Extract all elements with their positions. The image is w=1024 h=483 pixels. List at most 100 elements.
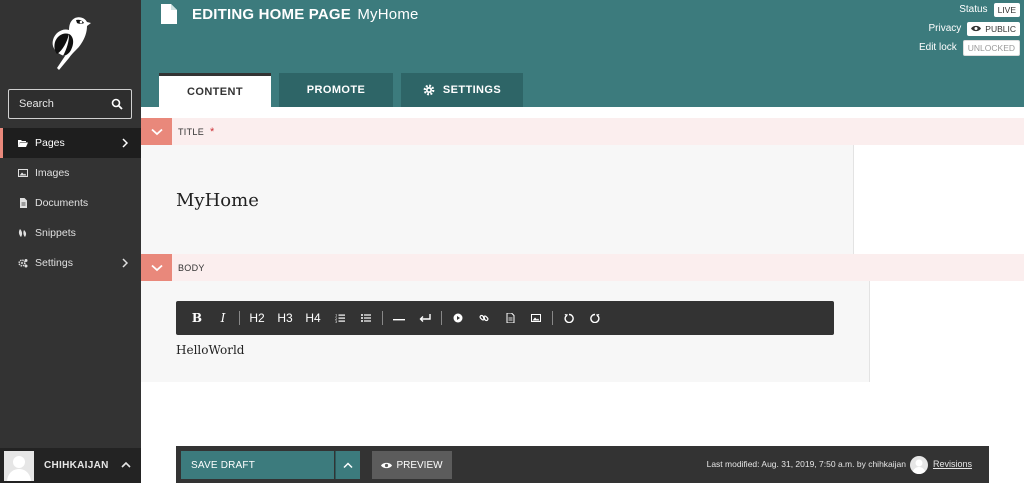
h4-button[interactable]: H4	[299, 301, 327, 335]
svg-text:3: 3	[335, 320, 337, 323]
cogs-icon	[18, 259, 28, 268]
link-icon	[479, 314, 489, 322]
sidebar-item-settings[interactable]: Settings	[0, 248, 141, 278]
sidebar-item-images[interactable]: Images	[0, 158, 141, 188]
collapse-title-button[interactable]	[141, 118, 172, 145]
search-input[interactable]	[9, 90, 109, 118]
sidebar-item-snippets[interactable]: Snippets	[0, 218, 141, 248]
italic-button[interactable]: I	[210, 301, 236, 335]
preview-label: PREVIEW	[396, 459, 443, 471]
sidebar-item-documents[interactable]: Documents	[0, 188, 141, 218]
privacy-label: Privacy	[928, 23, 962, 34]
image-button[interactable]	[523, 301, 549, 335]
account-menu[interactable]: CHIHKAIJAN	[0, 448, 141, 483]
lock-row: Edit lock UNLOCKED	[919, 38, 1020, 57]
required-marker: *	[210, 125, 215, 138]
action-footer: SAVE DRAFT PREVIEW Last modified: Aug. 3…	[176, 446, 989, 483]
chevron-right-icon	[122, 258, 129, 268]
horizontal-rule-icon	[393, 319, 405, 321]
divider	[853, 145, 854, 254]
undo-button[interactable]	[556, 301, 582, 335]
document-icon	[506, 313, 515, 323]
sidebar-item-label: Images	[35, 167, 70, 179]
h3-button[interactable]: H3	[271, 301, 299, 335]
chevron-up-icon	[121, 461, 131, 468]
folder-open-icon	[18, 140, 28, 147]
unordered-list-button[interactable]	[353, 301, 379, 335]
privacy-button[interactable]: PUBLIC	[967, 21, 1020, 36]
redo-button[interactable]	[582, 301, 608, 335]
unordered-list-icon	[361, 314, 371, 322]
sidebar-item-label: Snippets	[35, 227, 76, 239]
privacy-value: PUBLIC	[985, 23, 1016, 34]
user-icon	[912, 459, 926, 474]
sidebar-item-pages[interactable]: Pages	[0, 128, 141, 158]
sidebar-item-label: Pages	[35, 137, 65, 149]
body-editor[interactable]: HelloWorld	[176, 343, 244, 357]
tab-promote[interactable]: PROMOTE	[279, 73, 393, 107]
ordered-list-button[interactable]: 1 2 3	[327, 301, 353, 335]
line-break-button[interactable]	[412, 301, 438, 335]
search-icon[interactable]	[111, 98, 123, 110]
account-name: CHIHKAIJAN	[44, 460, 109, 471]
sidebar-item-label: Settings	[35, 257, 73, 269]
separator	[441, 311, 442, 325]
lock-label: Edit lock	[918, 42, 957, 53]
title-label: TITLE	[178, 126, 205, 137]
status-label: Status	[959, 4, 988, 15]
tab-label: CONTENT	[187, 85, 243, 98]
undo-icon	[564, 313, 574, 323]
last-modified-text: Last modified: Aug. 31, 2019, 7:50 a.m. …	[706, 459, 906, 469]
page-title-prefix: EDITING HOME PAGE	[192, 6, 351, 23]
page-meta: Status LIVE Privacy PUBLIC Edit lock UNL…	[919, 0, 1020, 57]
h2-button[interactable]: H2	[243, 301, 271, 335]
separator	[552, 311, 553, 325]
chevron-down-icon	[150, 128, 163, 135]
chevron-up-icon	[343, 461, 353, 468]
divider	[869, 281, 870, 382]
document-icon	[161, 4, 177, 24]
sidebar-item-label: Documents	[35, 197, 89, 209]
return-icon	[419, 314, 431, 322]
body-label: BODY	[178, 262, 205, 273]
horizontal-rule-button[interactable]	[386, 301, 412, 335]
revisions-link[interactable]: Revisions	[933, 459, 972, 469]
eye-icon	[381, 462, 393, 468]
title-field[interactable]: MyHome	[141, 145, 853, 254]
page-title: EDITING HOME PAGE MyHome	[192, 6, 419, 23]
user-icon	[7, 455, 31, 481]
more-actions-button[interactable]	[335, 451, 360, 479]
play-icon	[453, 313, 463, 323]
status-badge[interactable]: LIVE	[993, 2, 1020, 17]
body-section-header: BODY	[141, 254, 1024, 281]
separator	[239, 311, 240, 325]
rich-text-toolbar: B I H2 H3 H4 1 2 3	[176, 301, 834, 335]
save-draft-button[interactable]: SAVE DRAFT	[181, 451, 334, 479]
search-box	[8, 89, 132, 119]
embed-media-button[interactable]	[445, 301, 471, 335]
chevron-right-icon	[122, 138, 129, 148]
ordered-list-icon: 1 2 3	[335, 314, 345, 323]
document-link-button[interactable]	[497, 301, 523, 335]
privacy-row: Privacy PUBLIC	[919, 19, 1020, 38]
collapse-body-button[interactable]	[141, 254, 172, 281]
tab-settings[interactable]: SETTINGS	[401, 73, 523, 107]
wagtail-logo-icon[interactable]	[45, 14, 93, 72]
gear-icon	[423, 84, 435, 96]
preview-button[interactable]: PREVIEW	[372, 451, 452, 479]
status-row: Status LIVE	[919, 0, 1020, 19]
tab-content[interactable]: CONTENT	[159, 73, 271, 107]
tab-label: PROMOTE	[306, 84, 366, 96]
page-header: EDITING HOME PAGE MyHome Status LIVE Pri…	[141, 0, 1024, 107]
tab-label: SETTINGS	[442, 84, 502, 96]
avatar	[4, 450, 34, 481]
image-icon	[531, 314, 541, 322]
title-input[interactable]: MyHome	[176, 190, 259, 211]
lock-button[interactable]: UNLOCKED	[962, 39, 1020, 56]
sidebar-nav: Pages Images Documents Snippets Settings	[0, 128, 141, 278]
snippet-icon	[18, 229, 27, 237]
separator	[382, 311, 383, 325]
bold-button[interactable]: B	[184, 301, 210, 335]
link-button[interactable]	[471, 301, 497, 335]
image-icon	[18, 169, 28, 177]
